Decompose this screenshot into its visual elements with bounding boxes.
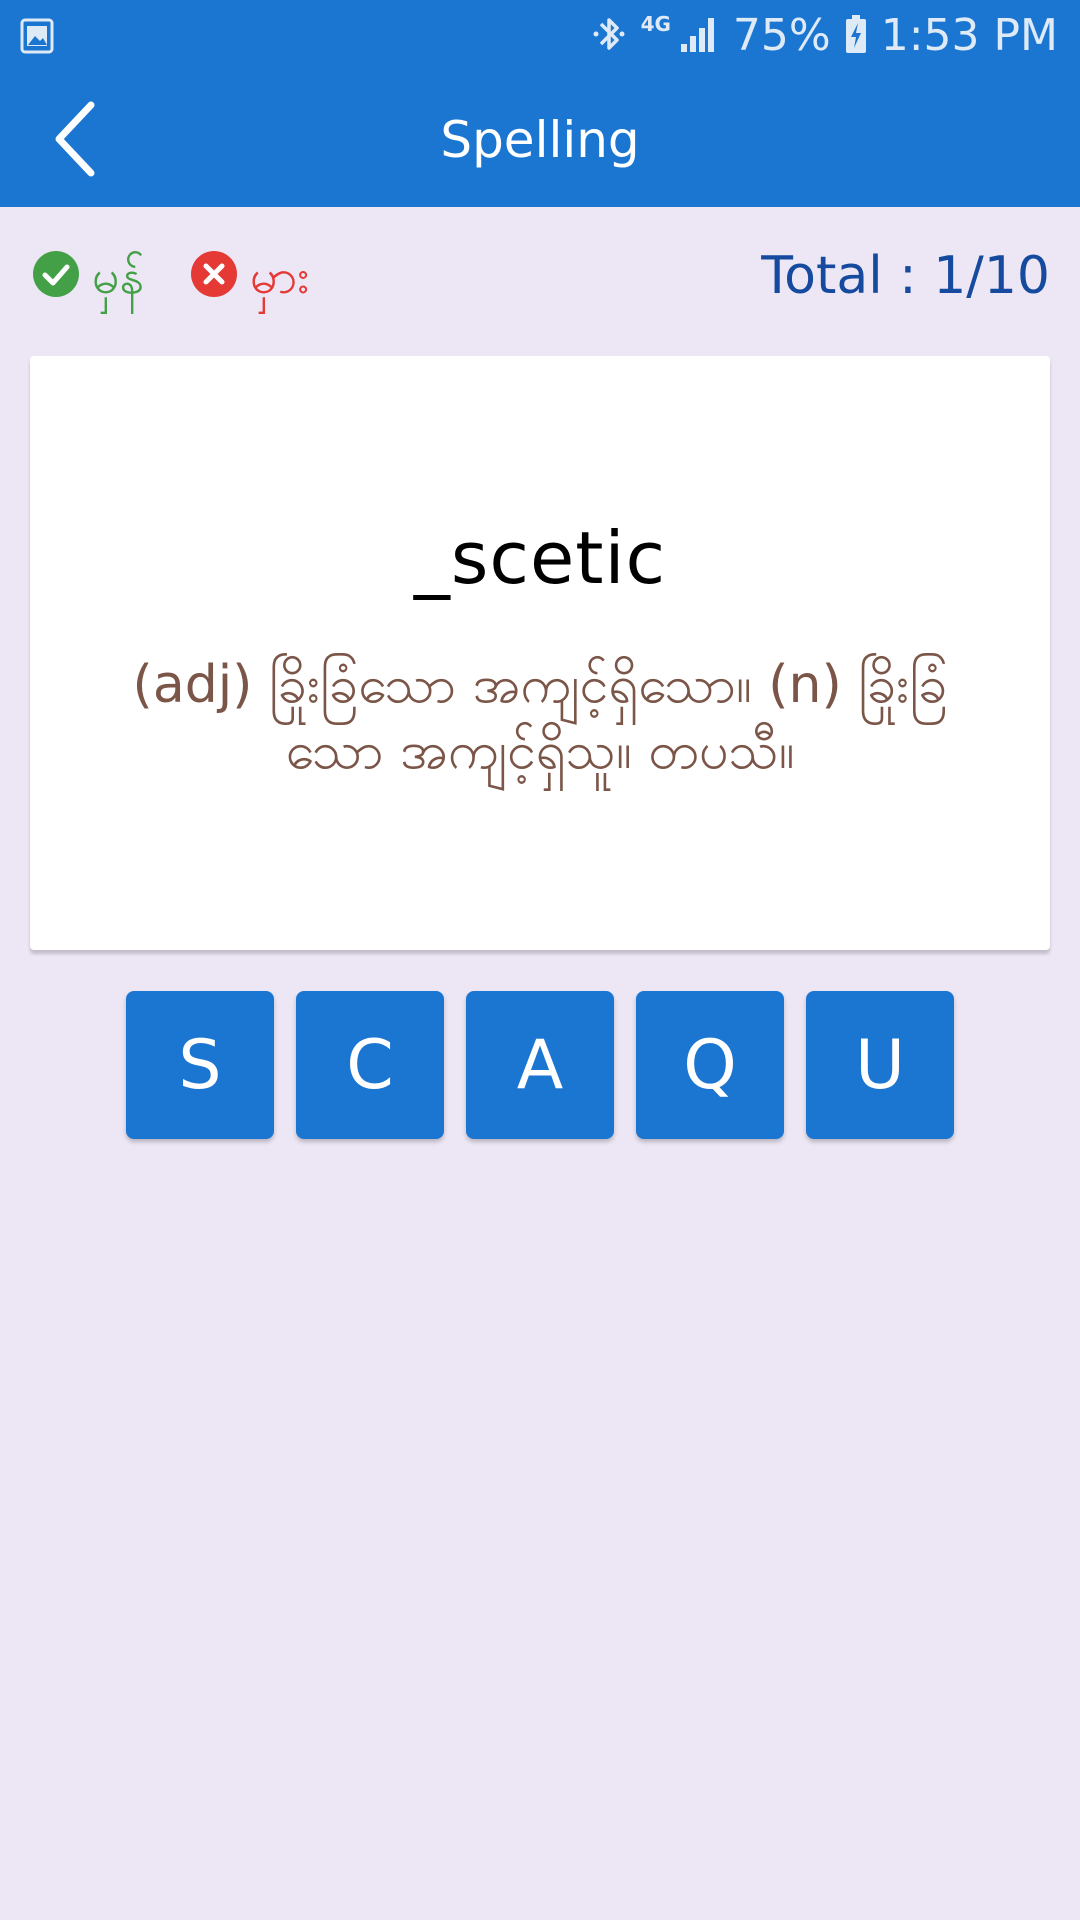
back-button[interactable] [34, 96, 114, 186]
gallery-icon [20, 18, 54, 54]
word-meaning: (adj) ခြိုးခြံသော အကျင့်ရှိသော။ (n) ခြို… [132, 655, 948, 781]
check-circle-icon [32, 250, 80, 303]
letter-button-q[interactable]: Q [636, 991, 784, 1139]
letter-button-s[interactable]: S [126, 991, 274, 1139]
wrong-label: မှား [250, 248, 310, 305]
app-bar: Spelling [0, 72, 1080, 207]
letter-button-u[interactable]: U [806, 991, 954, 1139]
letter-choices: S C A Q U [0, 991, 1080, 1139]
page-title: Spelling [440, 110, 640, 169]
correct-label: မှန် [92, 248, 145, 305]
total-progress: Total : 1/10 [761, 246, 1050, 306]
letter-button-c[interactable]: C [296, 991, 444, 1139]
bluetooth-icon [591, 14, 627, 59]
status-indicators: 4G 75% 1:53 PM [591, 0, 1058, 72]
question-card: _scetic (adj) ခြိုးခြံသော အကျင့်ရှိသော။ … [30, 356, 1050, 950]
score-row: မှန် မှား Total : 1/10 [0, 232, 1080, 322]
chevron-left-icon [49, 99, 99, 184]
signal-icon [679, 14, 719, 59]
wrong-count: မှား [190, 250, 309, 303]
close-circle-icon [190, 250, 238, 303]
network-type: 4G [640, 12, 671, 36]
clock: 1:53 PM [880, 10, 1058, 61]
battery-charging-icon [845, 14, 867, 59]
battery-percent: 75% [732, 10, 831, 61]
letter-button-a[interactable]: A [466, 991, 614, 1139]
question-word: _scetic [413, 516, 667, 600]
correct-count: မှန် [32, 250, 144, 303]
status-bar: 4G 75% 1:53 PM [0, 0, 1080, 72]
